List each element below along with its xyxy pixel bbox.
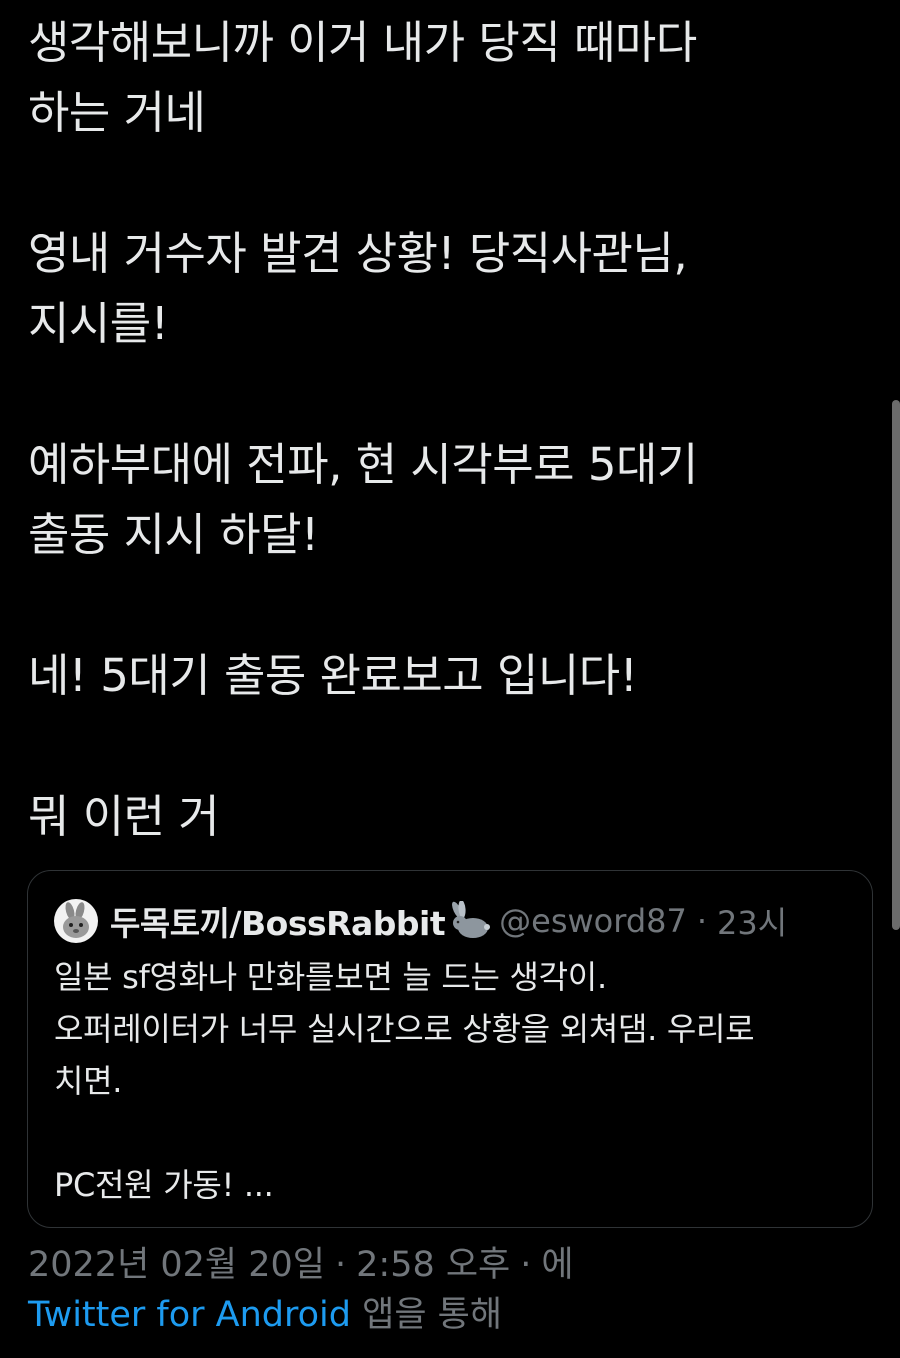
separator-dot: ·: [520, 1245, 532, 1285]
tweet-line: 예하부대에 전파, 현 시각부로 5대기: [28, 438, 698, 491]
via-prefix: 에: [541, 1245, 574, 1285]
scrollbar-thumb[interactable]: [892, 400, 900, 930]
source-app-link[interactable]: Twitter for Android: [28, 1295, 351, 1335]
rabbit-emoji-icon: [447, 900, 491, 941]
quoted-tweet-text: 일본 sf영화나 만화를보면 늘 드는 생각이. 오퍼레이터가 너무 실시간으로…: [54, 951, 854, 1211]
tweet-line: 네! 5대기 출동 완료보고 입니다!: [28, 649, 638, 702]
tweet-line: 영내 거수자 발견 상황! 당직사관님,: [28, 227, 688, 280]
quoted-tweet-header: 두목토끼/BossRabbit @esword87 · 23시: [54, 897, 787, 945]
separator-dot: ·: [335, 1245, 347, 1285]
separator-dot: ·: [696, 902, 708, 940]
source-suffix: 앱을 통해: [362, 1295, 503, 1335]
tweet-time[interactable]: 2:58 오후: [356, 1245, 510, 1285]
tweet-line: 생각해보니까 이거 내가 당직 때마다: [28, 16, 697, 69]
quote-blank-line: [54, 1107, 854, 1159]
tweet-line: 출동 지시 하달!: [28, 508, 319, 561]
quote-line: 오퍼레이터가 너무 실시간으로 상황을 외쳐댐. 우리로: [54, 1010, 755, 1048]
tweet-line: 하는 거네: [28, 86, 206, 139]
quoted-author-name[interactable]: 두목토끼/BossRabbit: [110, 897, 446, 945]
source-line: Twitter for Android 앱을 통해: [28, 1290, 868, 1340]
timestamp-line: 2022년 02월 20일 · 2:58 오후 · 에: [28, 1240, 868, 1290]
quoted-author-handle[interactable]: @esword87: [499, 902, 687, 940]
quoted-tweet-time[interactable]: 23시: [717, 898, 787, 944]
rabbit-avatar-icon[interactable]: [54, 899, 98, 943]
quote-line: 치면.: [54, 1062, 123, 1100]
tweet-metadata: 2022년 02월 20일 · 2:58 오후 · 에 Twitter for Andr…: [28, 1240, 868, 1340]
tweet-line: 지시를!: [28, 297, 169, 350]
quote-line: 일본 sf영화나 만화를보면 늘 드는 생각이.: [54, 958, 607, 996]
quoted-tweet-card[interactable]: 두목토끼/BossRabbit @esword87 · 23시 일본 sf영화나…: [27, 870, 873, 1228]
tweet-text: 생각해보니까 이거 내가 당직 때마다 하는 거네 영내 거수자 발견 상황! …: [28, 8, 868, 852]
tweet-line: 뭐 이런 거: [28, 790, 220, 843]
quote-line: PC전원 가동! ...: [54, 1166, 274, 1204]
tweet-date[interactable]: 2022년 02월 20일: [28, 1245, 325, 1285]
